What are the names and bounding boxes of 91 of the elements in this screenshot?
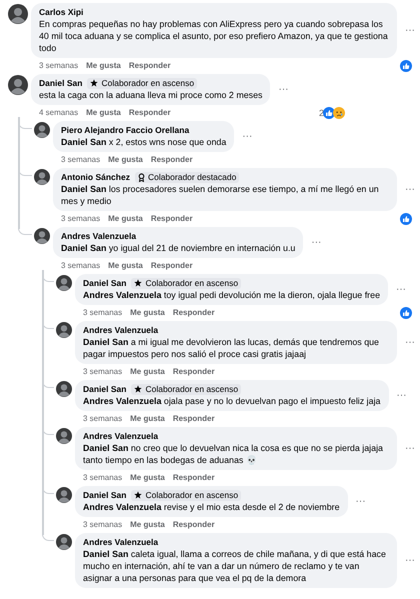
more-options-button[interactable]: ···	[356, 496, 367, 507]
reply-link[interactable]: Responder	[172, 308, 215, 317]
comment-author[interactable]: Andres Valenzuela	[83, 536, 158, 548]
like-link[interactable]: Me gusta	[130, 367, 165, 376]
reply-link[interactable]: Responder	[172, 520, 215, 529]
comment-author[interactable]: Andres Valenzuela	[61, 230, 136, 242]
comment-text: Daniel San los procesadores suelen demorarse ese tiempo, a mí me llegó en un mes y medio	[61, 183, 380, 207]
comment-time[interactable]: 3 semanas	[39, 61, 78, 70]
avatar[interactable]	[34, 169, 50, 185]
thread-connector	[18, 227, 32, 235]
comment-text: Daniel San no creo que lo devuelvan nica la cosa es que no se pierda jajaja tanto tiempo en las bodegas de aduanas 💀	[83, 442, 384, 466]
like-link[interactable]: Me gusta	[130, 414, 165, 423]
more-options-button[interactable]: ···	[396, 284, 408, 295]
reply-link[interactable]: Responder	[128, 61, 171, 70]
badge-label: Colaborador en ascenso	[145, 384, 238, 394]
star-icon	[134, 279, 142, 287]
more-options-button[interactable]: ···	[242, 131, 254, 142]
comment-author[interactable]: Andres Valenzuela	[83, 324, 158, 336]
comment-text: Andres Valenzuela toy igual pedi devolución me la dieron, ojala llegue free	[83, 289, 380, 301]
avatar[interactable]	[34, 228, 50, 244]
more-options-button[interactable]: ···	[405, 443, 416, 454]
reply-link[interactable]: Responder	[150, 261, 193, 270]
like-link[interactable]: Me gusta	[130, 520, 165, 529]
comment-author[interactable]: Andres Valenzuela	[83, 430, 158, 442]
comment-time[interactable]: 3 semanas	[61, 214, 100, 223]
award-icon	[138, 172, 145, 182]
more-options-button[interactable]: ···	[311, 237, 322, 248]
more-options-button[interactable]: ···	[405, 555, 416, 566]
star-icon	[134, 385, 142, 393]
more-options-button[interactable]: ···	[405, 25, 416, 36]
comment-time[interactable]: 3 semanas	[83, 520, 122, 529]
sad-face-icon[interactable]	[333, 106, 345, 118]
reply-link[interactable]: Responder	[128, 108, 171, 117]
comment-text: esta la caga con la aduana lleva mi proce como 2 meses	[39, 89, 262, 101]
reply-link[interactable]: Responder	[172, 414, 215, 423]
like-link[interactable]: Me gusta	[86, 108, 121, 117]
avatar[interactable]	[8, 75, 28, 95]
comment-author[interactable]: Daniel San	[83, 278, 126, 288]
comment-time[interactable]: 3 semanas	[83, 414, 122, 423]
reply-link[interactable]: Responder	[172, 367, 215, 376]
comment-time[interactable]: 3 semanas	[61, 261, 100, 270]
reply-link[interactable]: Responder	[150, 214, 193, 223]
avatar[interactable]	[56, 275, 72, 291]
like-icon[interactable]	[400, 60, 412, 72]
more-options-button[interactable]: ···	[278, 84, 290, 95]
comment-text: Daniel San caleta igual, llama a correos de chile mañana, y di que está hace mucho en internación, ahí te van a dar un número de reclamo y te van asignar a una personas para que vea el pq de la demora	[83, 548, 387, 584]
like-link[interactable]: Me gusta	[108, 214, 143, 223]
avatar[interactable]	[56, 487, 72, 503]
comment-author[interactable]: Carlos Xipi	[39, 6, 84, 18]
avatar[interactable]	[34, 122, 50, 138]
like-link[interactable]: Me gusta	[130, 308, 165, 317]
comment-author[interactable]: Daniel San	[83, 384, 126, 394]
avatar[interactable]	[56, 428, 72, 444]
badge-label: Colaborador en ascenso	[145, 490, 238, 500]
star-icon	[90, 79, 98, 87]
thread-connector	[42, 533, 54, 541]
comment-author[interactable]: Piero Alejandro Faccio Orellana	[61, 124, 190, 136]
reply-link[interactable]: Responder	[172, 473, 215, 482]
more-options-button[interactable]: ···	[396, 390, 408, 401]
avatar[interactable]	[8, 4, 28, 24]
more-options-button[interactable]: ···	[405, 337, 416, 348]
like-link[interactable]: Me gusta	[108, 261, 143, 270]
like-icon[interactable]	[400, 306, 412, 318]
comment-text: Daniel San yo igual del 21 de noviembre en internación u.u	[61, 242, 296, 254]
like-link[interactable]: Me gusta	[86, 61, 121, 70]
comment-text: Andres Valenzuela revise y el mio esta desde el 2 de noviembre	[83, 501, 340, 513]
comment-text: Andres Valenzuela ojala pase y no lo devuelvan pago el impuesto feliz jaja	[83, 395, 380, 407]
comment-text: Daniel San x 2, estos wns nose que onda	[61, 136, 226, 148]
like-link[interactable]: Me gusta	[108, 155, 143, 164]
comment-time[interactable]: 4 semanas	[39, 108, 78, 117]
avatar[interactable]	[56, 534, 72, 550]
comment-time[interactable]: 3 semanas	[83, 473, 122, 482]
badge-label: Colaborador en ascenso	[101, 78, 194, 88]
comment-time[interactable]: 3 semanas	[83, 308, 122, 317]
avatar[interactable]	[56, 381, 72, 397]
reaction-count[interactable]: 2	[318, 108, 324, 118]
more-options-button[interactable]: ···	[405, 184, 416, 195]
comment-text: Daniel San a mi igual me devolvieron las lucas, demás que tendremos que pagar impuestos pero nos salió el proce casi gratis jajaaj	[83, 336, 380, 360]
comment-text: En compras pequeñas no hay problemas con AliExpress pero ya cuando sobrepasa los 40 mil toca aduana y se complica el asunto, por eso prefiero Amazon, ya que te gestiona todo	[39, 18, 389, 54]
comment-time[interactable]: 3 semanas	[83, 367, 122, 376]
like-link[interactable]: Me gusta	[130, 473, 165, 482]
comment-author[interactable]: Antonio Sánchez	[61, 172, 130, 182]
like-icon[interactable]	[400, 212, 412, 224]
comment-time[interactable]: 3 semanas	[61, 155, 100, 164]
badge-label: Colaborador en ascenso	[145, 278, 238, 288]
star-icon	[134, 491, 142, 499]
reply-link[interactable]: Responder	[150, 155, 193, 164]
avatar[interactable]	[56, 322, 72, 338]
comment-author[interactable]: Daniel San	[39, 78, 82, 88]
badge-label: Colaborador destacado	[148, 172, 236, 182]
comment-author[interactable]: Daniel San	[83, 490, 126, 500]
